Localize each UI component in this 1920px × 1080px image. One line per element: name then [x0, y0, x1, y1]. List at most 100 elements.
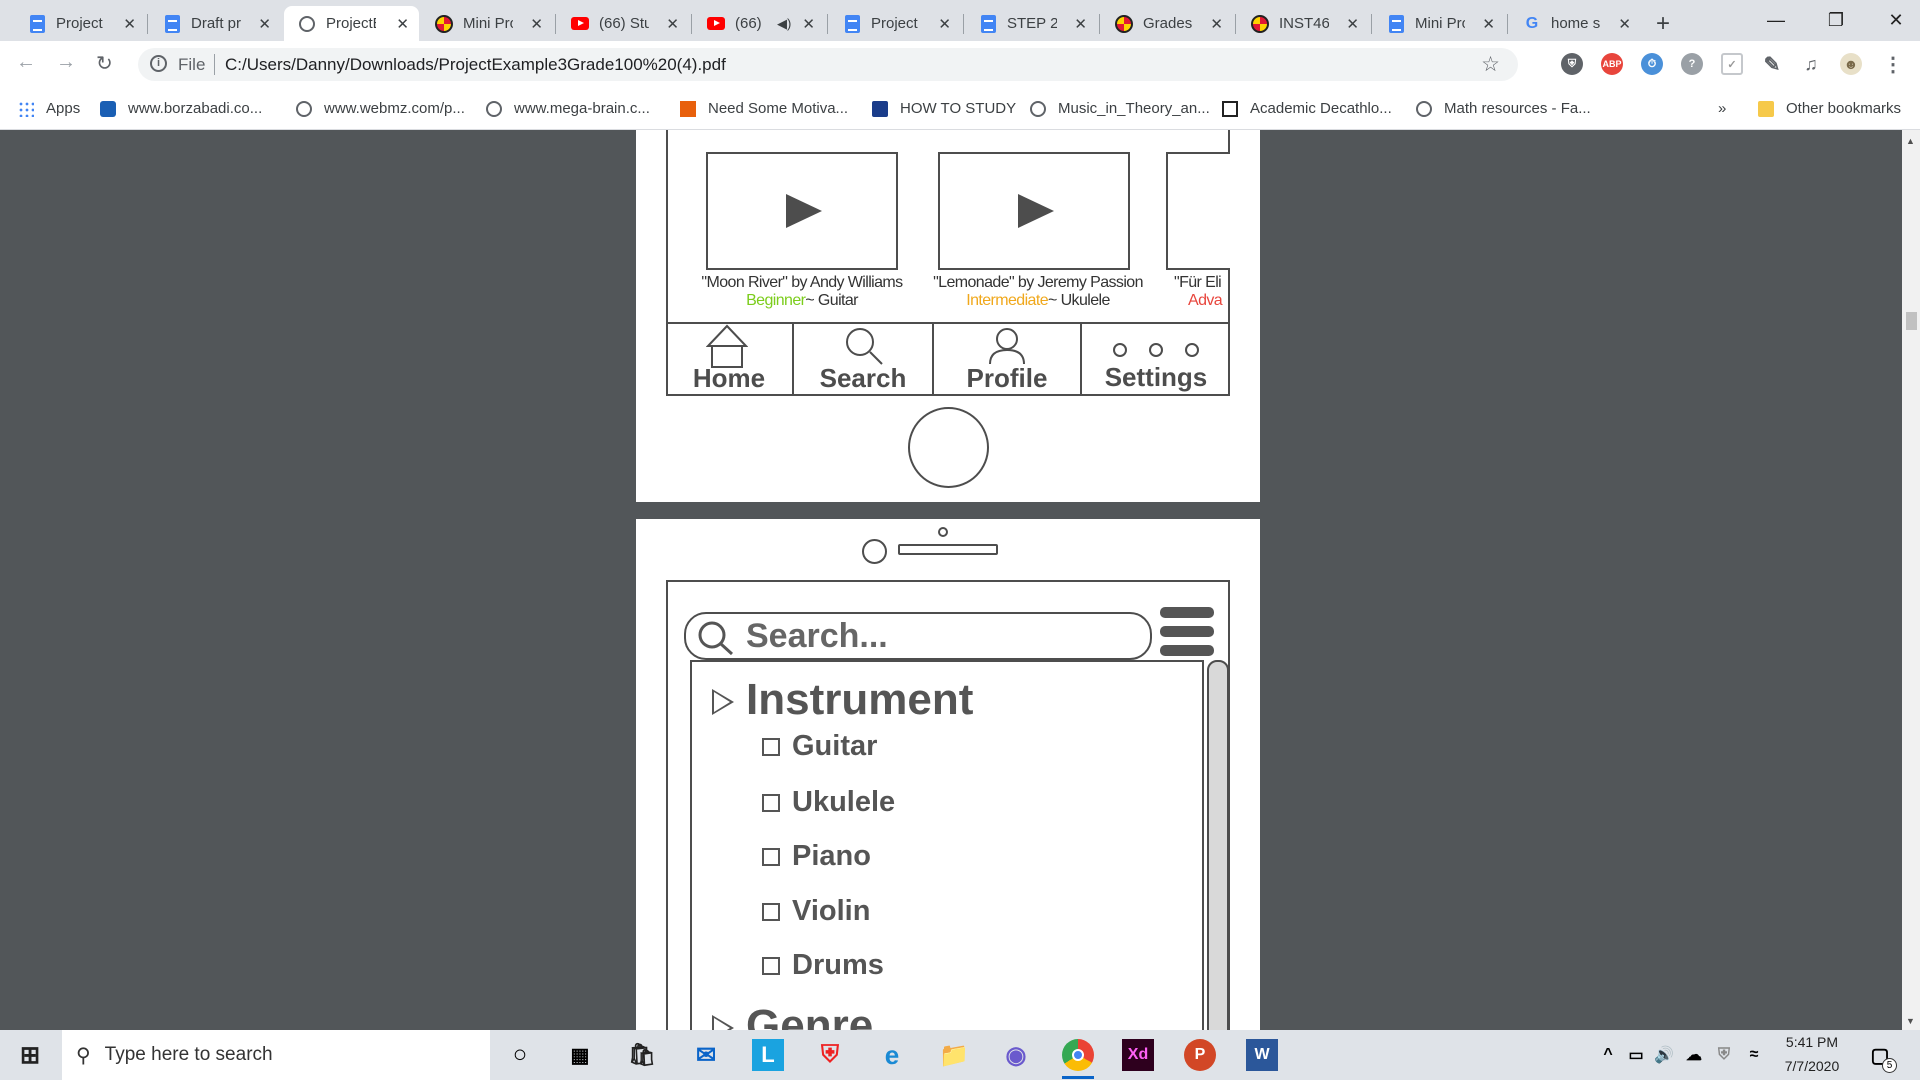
shield-extension-icon[interactable]: ⛨	[1561, 53, 1583, 75]
expand-triangle-icon[interactable]	[712, 689, 734, 715]
close-icon[interactable]: ✕	[396, 15, 409, 33]
checkbox[interactable]	[762, 793, 780, 812]
norton-icon[interactable]: ◉	[1000, 1039, 1032, 1071]
tab-12[interactable]: Ghome sn✕	[1509, 6, 1641, 41]
volume-icon[interactable]: 🔊	[1648, 1039, 1680, 1071]
scroll-thumb[interactable]	[1906, 312, 1917, 330]
bookmark-math-resources[interactable]: Math resources - Fa...	[1416, 100, 1591, 117]
address-bar[interactable]: i File C:/Users/Danny/Downloads/ProjectE…	[138, 48, 1518, 81]
adblock-plus-icon[interactable]: ABP	[1601, 53, 1623, 75]
close-icon[interactable]: ✕	[1618, 15, 1631, 33]
chrome-icon[interactable]	[1062, 1039, 1094, 1071]
expand-triangle-icon[interactable]	[712, 1015, 734, 1030]
filter-option-drums[interactable]: Drums	[762, 949, 884, 982]
close-icon[interactable]: ✕	[258, 15, 271, 33]
tab-5[interactable]: (66) Stud✕	[557, 6, 689, 41]
close-window-icon[interactable]: ✕	[1866, 0, 1920, 41]
url-text[interactable]: C:/Users/Danny/Downloads/ProjectExample3…	[225, 55, 726, 75]
bookmark-star-icon[interactable]: ☆	[1481, 52, 1500, 77]
bookmark-music-theory[interactable]: Music_in_Theory_an...	[1030, 100, 1210, 117]
bookmark-how-to-study[interactable]: HOW TO STUDY	[872, 100, 1016, 117]
back-icon[interactable]: ←	[16, 51, 36, 74]
video-thumbnail-2[interactable]	[938, 152, 1130, 270]
reload-icon[interactable]: ↻	[96, 51, 113, 76]
nav-settings[interactable]: Settings	[1082, 322, 1230, 396]
close-icon[interactable]: ✕	[938, 15, 951, 33]
filter-option-violin[interactable]: Violin	[762, 895, 870, 928]
close-icon[interactable]: ✕	[1210, 15, 1223, 33]
clock-date[interactable]: 7/7/2020	[1762, 1058, 1862, 1074]
hamburger-menu-icon[interactable]	[1160, 607, 1214, 618]
bookmark-motivation[interactable]: Need Some Motiva...	[680, 100, 848, 117]
minimize-icon[interactable]: —	[1746, 0, 1806, 41]
scroll-up-icon[interactable]: ▲	[1906, 136, 1915, 146]
chrome-menu-icon[interactable]: ⋮	[1882, 53, 1904, 76]
puzzle-extensions-icon[interactable]: ✎	[1761, 53, 1783, 76]
adobe-xd-icon[interactable]: Xd	[1122, 1039, 1154, 1071]
maximize-icon[interactable]: ❐	[1806, 0, 1866, 41]
timer-extension-icon[interactable]: ⏱	[1641, 53, 1663, 75]
onedrive-icon[interactable]: ☁	[1678, 1039, 1710, 1071]
bookmark-webmz[interactable]: www.webmz.com/p...	[296, 100, 465, 117]
bookmark-borzabadi[interactable]: www.borzabadi.co...	[100, 100, 262, 117]
help-extension-icon[interactable]: ?	[1681, 53, 1703, 75]
video-thumbnail-3[interactable]	[1166, 152, 1230, 270]
scroll-down-icon[interactable]: ▼	[1906, 1016, 1915, 1026]
edge-icon[interactable]: e	[876, 1039, 908, 1071]
nav-profile[interactable]: Profile	[934, 322, 1082, 396]
word-icon[interactable]: W	[1246, 1039, 1278, 1071]
bookmark-apps[interactable]: Apps	[18, 100, 80, 117]
tab-3-active[interactable]: ProjectE✕	[284, 6, 419, 41]
bookmark-academic-decathlon[interactable]: Academic Decathlo...	[1222, 100, 1392, 117]
close-icon[interactable]: ✕	[1074, 15, 1087, 33]
speaker-icon[interactable]: ◀)	[777, 16, 791, 32]
filter-option-ukulele[interactable]: Ukulele	[762, 786, 895, 819]
tab-2[interactable]: Draft pro✕	[149, 6, 281, 41]
search-input[interactable]: Search...	[684, 612, 1152, 660]
close-icon[interactable]: ✕	[123, 15, 136, 33]
tab-9[interactable]: Grades f✕	[1101, 6, 1233, 41]
checkbox[interactable]	[762, 902, 780, 921]
store-icon[interactable]: 🛍	[626, 1039, 658, 1071]
pdf-scrollbar[interactable]: ▲ ▼	[1902, 130, 1920, 1030]
pocket-extension-icon[interactable]: ✓	[1721, 53, 1743, 75]
cortana-icon[interactable]: ○	[504, 1039, 536, 1071]
new-tab-button[interactable]: +	[1650, 6, 1686, 41]
info-icon[interactable]: i	[150, 55, 167, 72]
filter-header-genre[interactable]: Genre	[746, 1003, 873, 1030]
mcafee-icon[interactable]: ⛨	[814, 1039, 846, 1071]
profile-avatar[interactable]: ☻	[1840, 53, 1862, 75]
checkbox[interactable]	[762, 847, 780, 866]
tab-6[interactable]: (66) ◀) ✕	[693, 6, 825, 41]
close-icon[interactable]: ✕	[802, 15, 815, 33]
filter-header-instrument[interactable]: Instrument	[746, 675, 973, 725]
close-icon[interactable]: ✕	[530, 15, 543, 33]
close-icon[interactable]: ✕	[1346, 15, 1359, 33]
close-icon[interactable]: ✕	[1482, 15, 1495, 33]
powerpoint-icon[interactable]: P	[1184, 1039, 1216, 1071]
checkbox[interactable]	[762, 737, 780, 756]
tab-11[interactable]: Mini Pro ✕	[1373, 6, 1505, 41]
filter-option-guitar[interactable]: Guitar	[762, 730, 877, 763]
forward-icon[interactable]: →	[56, 51, 76, 74]
nav-search[interactable]: Search	[794, 322, 934, 396]
video-thumbnail-1[interactable]	[706, 152, 898, 270]
mail-icon[interactable]: ✉	[690, 1039, 722, 1071]
file-explorer-icon[interactable]: 📁	[938, 1039, 970, 1071]
tab-10[interactable]: INST462✕	[1237, 6, 1369, 41]
task-view-icon[interactable]: ▦	[564, 1039, 596, 1071]
mcafee-tray-icon[interactable]: ⛨	[1708, 1039, 1740, 1071]
windows-start-icon[interactable]: ⊞	[14, 1039, 46, 1071]
more-bookmarks-button[interactable]: »	[1718, 100, 1726, 117]
nav-home[interactable]: Home	[666, 322, 794, 396]
other-bookmarks[interactable]: Other bookmarks	[1758, 100, 1901, 117]
clock-time[interactable]: 5:41 PM	[1762, 1034, 1862, 1050]
tab-4[interactable]: Mini Pro ✕	[421, 6, 553, 41]
close-icon[interactable]: ✕	[666, 15, 679, 33]
filter-scrollbar[interactable]	[1207, 660, 1229, 1040]
checkbox[interactable]	[762, 956, 780, 975]
media-control-icon[interactable]: ♫	[1800, 53, 1822, 75]
lync-app-icon[interactable]: L	[752, 1039, 784, 1071]
tab-1[interactable]: Project C✕	[14, 6, 146, 41]
taskbar-search-box[interactable]: ⚲ Type here to search	[62, 1030, 490, 1080]
